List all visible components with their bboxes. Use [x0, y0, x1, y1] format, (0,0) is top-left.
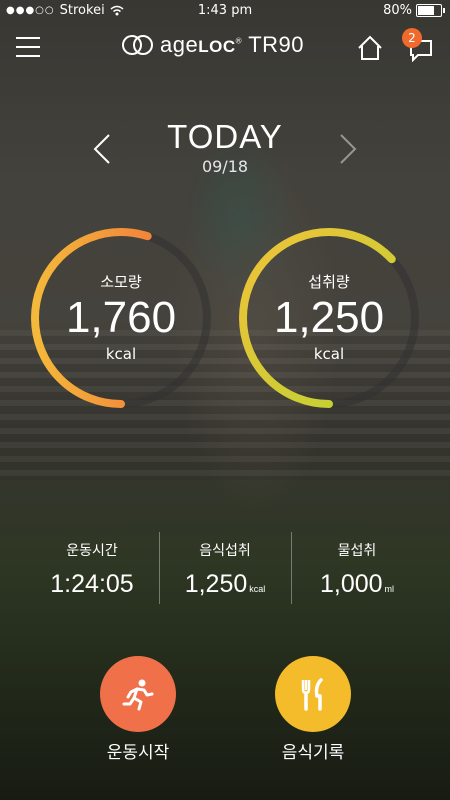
record-meal-label: 음식기록 — [281, 743, 345, 763]
stat-value: 1:24:05 — [50, 570, 134, 598]
burned-label: 소모량 — [100, 273, 142, 291]
app-logo: ageLOC® TR90 — [120, 32, 304, 58]
stat-food-intake: 음식섭취 1,250 kcal — [155, 540, 295, 599]
menu-icon — [16, 37, 40, 39]
status-bar: ●●●○○ Strokei 1:43 pm 80% — [0, 0, 450, 22]
calories-intake-ring[interactable]: 섭취량 1,250 kcal — [236, 225, 422, 411]
burned-value: 1,760 — [65, 293, 177, 342]
menu-button[interactable] — [16, 37, 40, 57]
stat-value: 1,250 kcal — [184, 570, 266, 598]
logo-mark-icon — [120, 32, 154, 58]
stat-label: 음식섭취 — [199, 543, 251, 559]
chevron-right-icon — [340, 134, 357, 164]
running-icon — [122, 679, 154, 711]
burned-unit: kcal — [105, 345, 137, 363]
app-header: ageLOC® TR90 2 — [0, 22, 450, 74]
fork-knife-icon — [301, 678, 323, 711]
intake-label: 섭취량 — [308, 273, 350, 291]
battery-percent: 80% — [383, 3, 412, 18]
stat-water-intake: 물섭취 1,000 ml — [287, 540, 427, 599]
stat-value: 1,000 ml — [319, 570, 395, 598]
stat-label: 운동시간 — [66, 543, 118, 559]
start-exercise-button[interactable] — [100, 656, 176, 732]
stat-label: 물섭취 — [337, 543, 377, 559]
date-label: 09/18 — [201, 157, 249, 176]
notification-badge: 2 — [402, 28, 422, 48]
calories-burned-ring[interactable]: 소모량 1,760 kcal — [28, 225, 214, 411]
intake-value: 1,250 — [273, 293, 385, 342]
home-button[interactable] — [356, 34, 384, 62]
home-icon — [358, 35, 382, 60]
stat-exercise-time: 운동시간 1:24:05 — [22, 540, 162, 599]
record-meal-button[interactable] — [275, 656, 351, 732]
start-exercise-label: 운동시작 — [106, 743, 170, 763]
next-day-button[interactable] — [338, 133, 358, 165]
battery-icon — [416, 4, 445, 17]
intake-unit: kcal — [313, 345, 345, 363]
logo-text: ageLOC® TR90 — [160, 32, 305, 57]
date-title: TODAY — [167, 118, 283, 155]
